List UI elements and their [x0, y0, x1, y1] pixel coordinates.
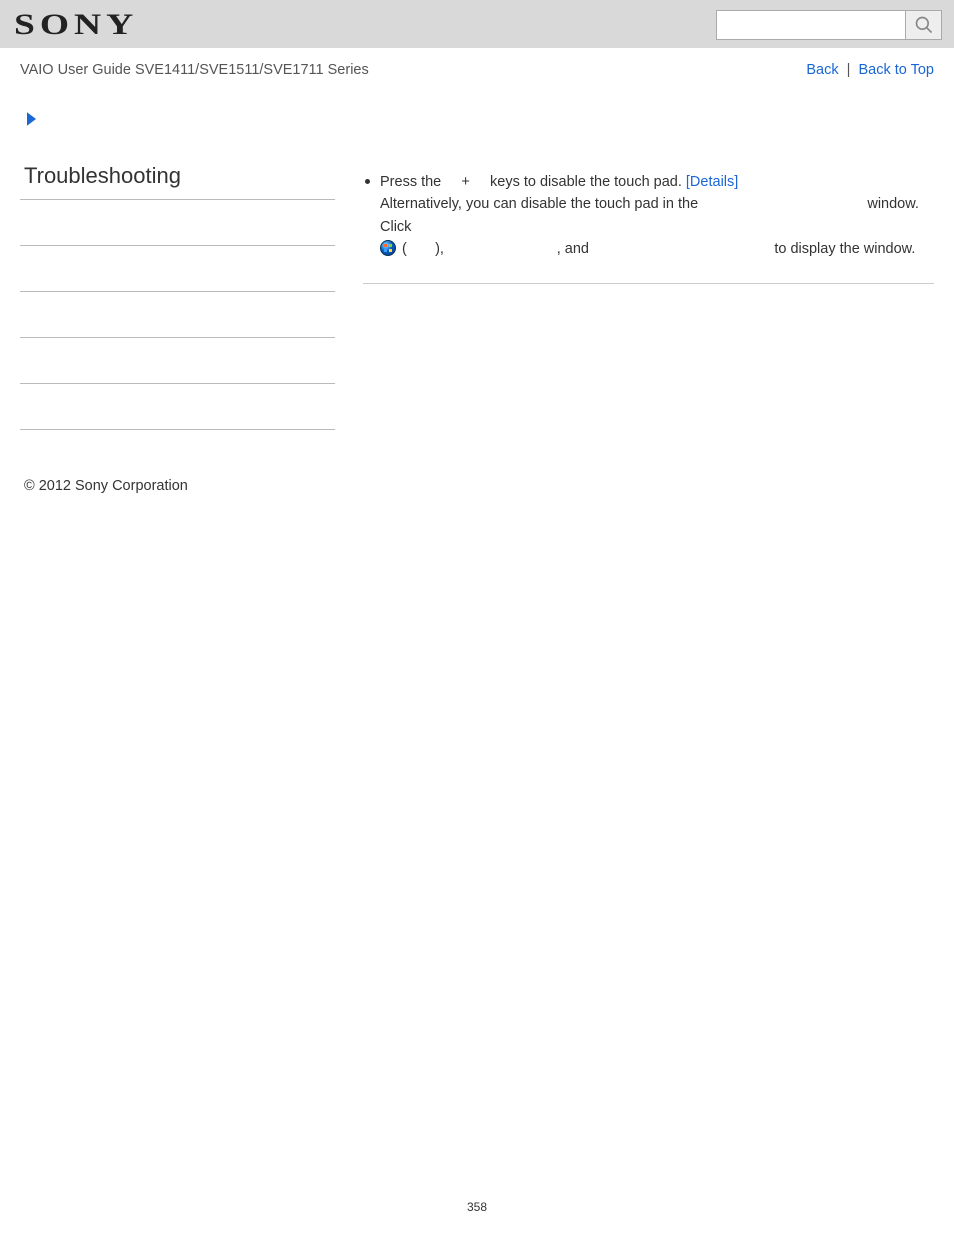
bullet-item: Press the + keys to disable the touch pa…: [363, 171, 934, 261]
bullet-text: Press the + keys to disable the touch pa…: [380, 171, 934, 261]
sidebar-item[interactable]: [20, 200, 335, 246]
main-content: Press the + keys to disable the touch pa…: [335, 141, 934, 430]
search-button[interactable]: [906, 10, 942, 40]
chevron-right-icon: [24, 110, 42, 128]
back-link[interactable]: Back: [806, 62, 838, 78]
search-input[interactable]: [716, 10, 906, 40]
content-divider: [363, 283, 934, 284]
text-fragment: , and: [557, 241, 593, 257]
windows-start-icon: [380, 240, 396, 256]
breadcrumb-arrow-row: [0, 88, 954, 141]
sidebar-item[interactable]: [20, 246, 335, 292]
sidebar-item[interactable]: [20, 292, 335, 338]
text-fragment: [407, 241, 435, 257]
bullet-icon: [365, 179, 370, 184]
magnifier-icon: [914, 15, 934, 35]
text-fragment: Alternatively, you can disable the touch…: [380, 196, 702, 212]
sidebar: Troubleshooting: [20, 141, 335, 430]
sidebar-item[interactable]: [20, 384, 335, 430]
header-bar: SONY: [0, 0, 954, 48]
text-fragment: [702, 196, 863, 212]
sidebar-heading: Troubleshooting: [20, 163, 335, 200]
text-fragment: [445, 174, 457, 190]
text-fragment: [448, 241, 557, 257]
back-to-top-link[interactable]: Back to Top: [858, 62, 934, 78]
separator-text: |: [843, 62, 855, 78]
text-fragment: Press the: [380, 174, 445, 190]
copyright-text: © 2012 Sony Corporation: [0, 430, 954, 494]
text-fragment: [593, 241, 770, 257]
sidebar-item[interactable]: [20, 338, 335, 384]
page-number: 358: [0, 1200, 954, 1214]
details-link[interactable]: [Details]: [686, 174, 738, 190]
sony-logo: SONY: [14, 8, 138, 42]
text-fragment: [474, 174, 486, 190]
text-fragment: ),: [435, 241, 448, 257]
top-nav-links: Back | Back to Top: [806, 62, 934, 78]
text-fragment: +: [457, 174, 474, 190]
search-wrap: [716, 10, 942, 40]
guide-title: VAIO User Guide SVE1411/SVE1511/SVE1711 …: [20, 62, 369, 78]
subheader-bar: VAIO User Guide SVE1411/SVE1511/SVE1711 …: [0, 48, 954, 88]
text-fragment: to display the window.: [770, 241, 915, 257]
text-fragment: keys to disable the touch pad.: [486, 174, 686, 190]
